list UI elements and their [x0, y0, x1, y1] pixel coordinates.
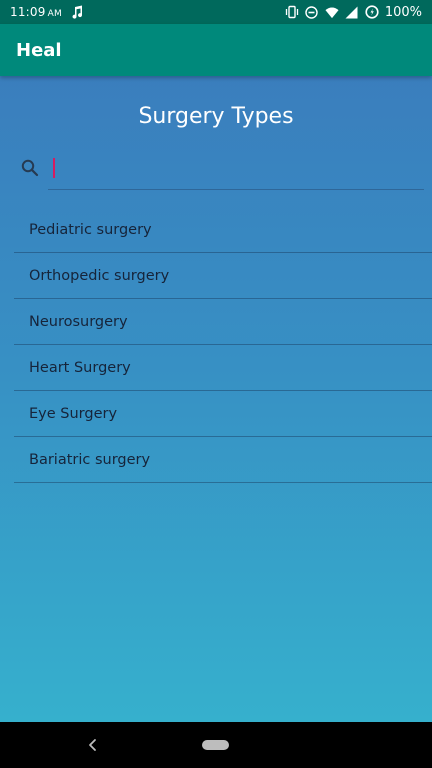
status-right: 100%: [285, 5, 422, 20]
home-pill-icon[interactable]: [202, 740, 229, 750]
text-cursor: [53, 158, 55, 178]
status-bar: 11:09 AM 100%: [0, 0, 432, 24]
app-bar: Heal: [0, 24, 432, 76]
list-item-orthopedic-surgery[interactable]: Orthopedic surgery: [14, 253, 432, 299]
search-icon[interactable]: [20, 158, 40, 178]
search-input[interactable]: [48, 156, 424, 190]
music-note-icon: [70, 5, 84, 19]
status-time-ampm: AM: [47, 9, 62, 19]
list-item-bariatric-surgery[interactable]: Bariatric surgery: [14, 437, 432, 483]
list-item-heart-surgery[interactable]: Heart Surgery: [14, 345, 432, 391]
do-not-disturb-icon: [305, 5, 319, 19]
navigation-bar: [0, 722, 432, 768]
surgery-types-screen: Surgery Types Pediatric surgery Orthoped…: [0, 76, 432, 722]
status-time-value: 11:09: [10, 5, 46, 19]
battery-saver-icon: [365, 5, 379, 19]
app-title: Heal: [16, 39, 62, 61]
wifi-icon: [325, 5, 339, 19]
status-time: 11:09 AM: [10, 5, 62, 19]
back-icon[interactable]: [86, 737, 100, 753]
surgery-type-list: Pediatric surgery Orthopedic surgery Neu…: [14, 207, 432, 483]
list-item-neurosurgery[interactable]: Neurosurgery: [14, 299, 432, 345]
page-title: Surgery Types: [138, 104, 294, 129]
list-item-pediatric-surgery[interactable]: Pediatric surgery: [14, 207, 432, 253]
vibrate-icon: [285, 5, 299, 19]
status-left: 11:09 AM: [10, 5, 84, 19]
list-item-eye-surgery[interactable]: Eye Surgery: [14, 391, 432, 437]
cell-signal-icon: [345, 5, 359, 19]
battery-percent: 100%: [384, 4, 422, 20]
search-row: [20, 156, 424, 192]
